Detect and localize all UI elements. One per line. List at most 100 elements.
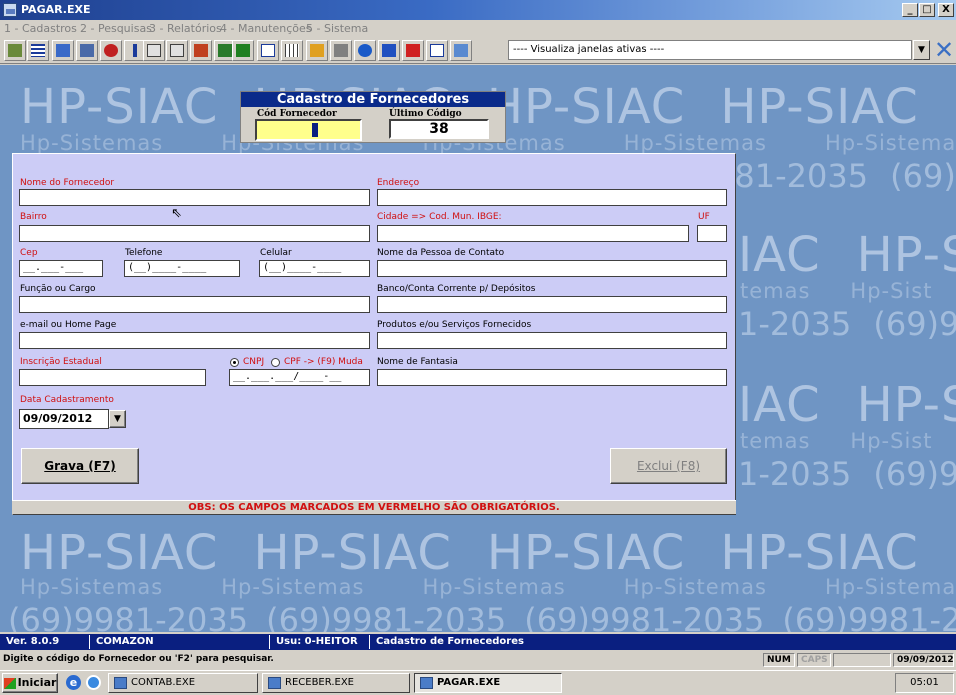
lock-icon [310, 44, 324, 57]
task-label: CONTAB.EXE [131, 677, 196, 688]
uf-input[interactable] [697, 225, 727, 242]
printer-icon [334, 44, 348, 57]
start-label: Iniciar [17, 676, 57, 689]
toolbar-cheque-button[interactable] [52, 40, 74, 61]
toolbar-grid-button[interactable] [281, 40, 303, 61]
maximize-button[interactable]: □ [919, 3, 935, 17]
report-icon [170, 44, 184, 57]
cep-input[interactable]: __.___-___ [19, 260, 103, 277]
app-icon [268, 677, 281, 689]
products-input[interactable] [377, 332, 727, 349]
task-receber[interactable]: RECEBER.EXE [262, 673, 410, 693]
delete-button[interactable]: Exclui (F8) [610, 448, 727, 484]
bank-input[interactable] [377, 296, 727, 313]
trade-name-input[interactable] [377, 369, 727, 386]
date-label: Data Cadastramento [20, 395, 114, 405]
toolbar-lock-button[interactable] [306, 40, 328, 61]
start-button[interactable]: Iniciar [2, 673, 58, 693]
text-caret [312, 123, 318, 137]
chevron-down-icon[interactable]: ▼ [913, 40, 930, 60]
menu-sistema[interactable]: 5 - Sistema [306, 22, 368, 35]
contact-input[interactable] [377, 260, 727, 277]
cnpj-radio[interactable] [230, 358, 239, 367]
num-lock-indicator: NUM [763, 653, 795, 667]
required-fields-note: OBS: OS CAMPOS MARCADOS EM VERMELHO SÃO … [12, 500, 736, 514]
desktop-icon[interactable] [86, 675, 101, 690]
toolbar-fornecedor-button[interactable] [4, 40, 26, 61]
calendar-dropdown-icon[interactable]: ▼ [109, 410, 126, 428]
email-input[interactable] [19, 332, 370, 349]
toolbar-down-button[interactable] [402, 40, 424, 61]
toolbar-minimize-all-button[interactable] [426, 40, 448, 61]
status-bar-info: Ver. 8.0.9 COMAZON Usu: 0-HEITOR Cadastr… [0, 634, 956, 650]
window-title: PAGAR.EXE [21, 3, 91, 16]
cpf-radio[interactable] [271, 358, 280, 367]
cpf-label: CPF -> (F9) Muda [284, 357, 363, 367]
screen-name-text: Cadastro de Fornecedores [376, 636, 524, 647]
page-title: Cadastro de Fornecedores [241, 92, 505, 107]
address-input[interactable] [377, 189, 727, 206]
city-input[interactable] [377, 225, 689, 242]
toolbar-payments-button[interactable] [190, 40, 212, 61]
help-icon [358, 44, 372, 57]
task-label: RECEBER.EXE [285, 677, 355, 688]
toolbar-report2-button[interactable] [166, 40, 188, 61]
toolbar-report1-button[interactable] [143, 40, 165, 61]
district-label: Bairro [20, 212, 47, 222]
arrow-down-icon [406, 44, 420, 57]
toolbar-help-button[interactable] [354, 40, 376, 61]
cheque-icon [56, 44, 70, 57]
task-contab[interactable]: CONTAB.EXE [108, 673, 258, 693]
toolbar-window-button[interactable] [257, 40, 279, 61]
menu-manutencoes[interactable]: 4 - Manutenções [220, 22, 311, 35]
caps-lock-indicator: CAPS [797, 653, 831, 667]
menu-pesquisas[interactable]: 2 - Pesquisas [80, 22, 152, 35]
tools-icon [218, 44, 232, 57]
cnpj-input[interactable]: __.___.___/____-__ [229, 369, 370, 386]
watermark-row: (69)9981-2035 (69)9981-2035 (69)9981-2035(… [8, 601, 956, 632]
phone-input[interactable]: (__)____-____ [124, 260, 240, 277]
close-button[interactable]: X [938, 3, 954, 17]
task-pagar[interactable]: PAGAR.EXE [414, 673, 562, 693]
toolbar-monitor-button[interactable] [232, 40, 254, 61]
hint-text: Digite o código do Fornecedor ou 'F2' pa… [3, 654, 274, 664]
exit-icon[interactable]: ✕ [933, 38, 955, 62]
version-text: Ver. 8.0.9 [0, 635, 90, 649]
company-text: COMAZON [90, 635, 270, 649]
watermark-row: HP-SIACHP-SIACHP-SIACHP-SIACHP-SIAC [20, 525, 956, 581]
person-icon [8, 44, 22, 57]
name-input[interactable] [19, 189, 370, 206]
internet-explorer-icon[interactable]: e [66, 675, 81, 690]
menu-bar: 1 - Cadastros 2 - Pesquisas 3 - Relatóri… [0, 20, 956, 37]
status-bar-hint: Digite o código do Fornecedor ou 'F2' pa… [0, 652, 956, 668]
status-date: 09/09/2012 [893, 653, 954, 667]
menu-cadastros[interactable]: 1 - Cadastros [4, 22, 77, 35]
menu-relatorios[interactable]: 3 - Relatórios [149, 22, 222, 35]
active-windows-select[interactable]: ---- Visualiza janelas ativas ---- [508, 40, 912, 60]
mouse-cursor-icon: ⇖ [171, 206, 182, 221]
minimize-button[interactable]: _ [902, 3, 918, 17]
ie-input[interactable] [19, 369, 206, 386]
uf-label: UF [698, 212, 710, 222]
toolbar-refresh-button[interactable] [100, 40, 122, 61]
header-panel: Cadastro de Fornecedores Cód Fornecedor … [240, 91, 506, 143]
date-input[interactable]: 09/09/2012 [19, 409, 109, 429]
toolbar-calc-button[interactable] [76, 40, 98, 61]
save-button[interactable]: Grava (F7) [21, 448, 139, 484]
windows-logo-icon [3, 677, 16, 689]
supplier-code-input[interactable] [255, 119, 362, 141]
email-label: e-mail ou Home Page [20, 320, 117, 330]
monitor-icon [236, 44, 250, 57]
toolbar-print-button[interactable] [330, 40, 352, 61]
bar-icon [133, 44, 137, 57]
toolbar-exchange-button[interactable] [378, 40, 400, 61]
role-input[interactable] [19, 296, 370, 313]
list-icon [31, 44, 45, 57]
district-input[interactable] [19, 225, 370, 242]
empty-indicator [833, 653, 891, 667]
exchange-icon [382, 44, 396, 57]
toolbar-cascade-button[interactable] [450, 40, 472, 61]
app-icon [420, 677, 433, 689]
mobile-input[interactable]: (__)____-____ [259, 260, 370, 277]
toolbar-list-button[interactable] [27, 40, 49, 61]
